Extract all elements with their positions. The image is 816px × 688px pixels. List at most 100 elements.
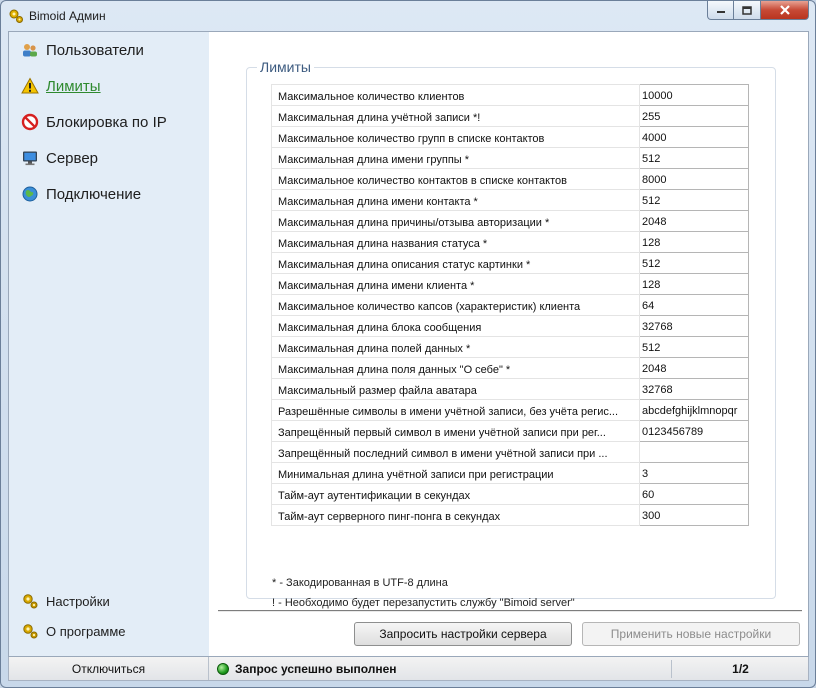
note-utf8: * - Закодированная в UTF-8 длина (272, 577, 448, 589)
limit-value-input[interactable] (640, 442, 748, 462)
limit-value-cell (639, 126, 749, 148)
limit-value-cell (639, 378, 749, 400)
limit-value-input[interactable] (640, 463, 748, 483)
minimize-button[interactable] (707, 1, 734, 20)
sidebar-item-connection[interactable]: Подключение (21, 183, 141, 205)
limit-row: Максимальная длина имени группы * (271, 147, 749, 169)
limit-row: Запрещённый первый символ в имени учётно… (271, 420, 749, 442)
limit-value-cell (639, 168, 749, 190)
app-gears-icon (9, 9, 23, 23)
status-bar: Отключиться Запрос успешно выполнен 1/2 (8, 657, 809, 681)
limit-label: Максимальное количество капсов (характер… (271, 294, 640, 316)
limit-label: Максимальная длина имени группы * (271, 147, 640, 169)
sidebar-item-server[interactable]: Сервер (21, 147, 98, 169)
limit-label: Максимальный размер файла аватара (271, 378, 640, 400)
limit-value-input[interactable] (640, 148, 748, 168)
window-title: Bimoid Админ (29, 9, 106, 23)
limit-value-input[interactable] (640, 85, 748, 105)
status-message: Запрос успешно выполнен (217, 657, 397, 680)
success-icon (217, 662, 229, 675)
limit-value-input[interactable] (640, 379, 748, 399)
limit-label: Максимальная длина блока сообщения (271, 315, 640, 337)
status-message-text: Запрос успешно выполнен (235, 661, 397, 676)
limit-value-input[interactable] (640, 295, 748, 315)
sidebar-item-label: Настройки (46, 593, 110, 609)
limit-label: Запрещённый последний символ в имени учё… (271, 441, 640, 463)
limit-value-input[interactable] (640, 421, 748, 441)
limit-value-input[interactable] (640, 106, 748, 126)
title-bar[interactable]: Bimoid Админ (1, 1, 815, 31)
limit-value-input[interactable] (640, 253, 748, 273)
apply-settings-button[interactable]: Применить новые настройки (582, 622, 800, 646)
sidebar-item-users[interactable]: Пользователи (21, 39, 144, 61)
close-icon (779, 5, 790, 15)
disconnect-button[interactable]: Отключиться (9, 657, 209, 680)
limit-label: Минимальная длина учётной записи при рег… (271, 462, 640, 484)
maximize-button[interactable] (734, 1, 761, 20)
limit-value-input[interactable] (640, 190, 748, 210)
globe-icon (21, 185, 39, 203)
limit-value-cell (639, 210, 749, 232)
limit-value-input[interactable] (640, 337, 748, 357)
limits-title: Лимиты (257, 59, 314, 75)
limit-value-cell (639, 441, 749, 463)
limits-groupbox: Лимиты Максимальное количество клиентовМ… (246, 59, 776, 609)
gears-icon (21, 592, 39, 610)
limit-row: Максимальная длина поля данных "О себе" … (271, 357, 749, 379)
limit-label: Максимальная длина имени клиента * (271, 273, 640, 295)
limit-value-cell (639, 504, 749, 526)
limit-row: Максимальная длина имени клиента * (271, 273, 749, 295)
limit-row: Разрешённые символы в имени учётной запи… (271, 399, 749, 421)
limit-label: Максимальная длина имени контакта * (271, 189, 640, 211)
sidebar-item-label: Блокировка по IP (46, 113, 167, 131)
limit-value-input[interactable] (640, 274, 748, 294)
limit-label: Максимальная длина описания статус карти… (271, 252, 640, 274)
limit-value-input[interactable] (640, 316, 748, 336)
limit-value-input[interactable] (640, 127, 748, 147)
limit-value-cell (639, 462, 749, 484)
limit-label: Максимальная длина названия статуса * (271, 231, 640, 253)
limit-row: Максимальная длина учётной записи *! (271, 105, 749, 127)
limit-value-cell (639, 399, 749, 421)
limit-row: Максимальная длина блока сообщения (271, 315, 749, 337)
limit-value-cell (639, 420, 749, 442)
limit-row: Максимальная длина описания статус карти… (271, 252, 749, 274)
sidebar-item-label: Пользователи (46, 41, 144, 59)
limit-value-cell (639, 357, 749, 379)
warning-icon (21, 77, 39, 95)
limit-value-input[interactable] (640, 400, 748, 420)
content-panel: Лимиты Максимальное количество клиентовМ… (209, 32, 808, 656)
limit-row: Максимальная длина полей данных * (271, 336, 749, 358)
limit-label: Тайм-аут серверного пинг-понга в секунда… (271, 504, 640, 526)
status-page: 1/2 (732, 661, 749, 676)
sidebar: Пользователи Лимиты Блокировка по IP Сер… (9, 32, 209, 656)
users-icon (21, 41, 39, 59)
request-settings-button[interactable]: Запросить настройки сервера (354, 622, 572, 646)
sidebar-item-about[interactable]: О программе (21, 620, 126, 642)
limit-label: Максимальное количество клиентов (271, 84, 640, 106)
limit-row: Максимальная длина причины/отзыва автори… (271, 210, 749, 232)
sidebar-item-label: Лимиты (46, 77, 101, 95)
limit-row: Максимальный размер файла аватара (271, 378, 749, 400)
limit-value-cell (639, 294, 749, 316)
limit-value-input[interactable] (640, 169, 748, 189)
limit-value-input[interactable] (640, 358, 748, 378)
limit-label: Максимальное количество контактов в спис… (271, 168, 640, 190)
monitor-icon (21, 149, 39, 167)
limit-value-cell (639, 252, 749, 274)
limit-value-cell (639, 273, 749, 295)
gears-icon (21, 622, 39, 640)
limit-value-input[interactable] (640, 505, 748, 525)
close-button[interactable] (761, 1, 809, 20)
limit-value-input[interactable] (640, 211, 748, 231)
sidebar-item-label: Подключение (46, 185, 142, 203)
limit-row: Максимальная длина имени контакта * (271, 189, 749, 211)
sidebar-item-settings[interactable]: Настройки (21, 590, 110, 612)
limit-value-input[interactable] (640, 484, 748, 504)
sidebar-item-limits[interactable]: Лимиты (21, 75, 101, 97)
app-window: Bimoid Админ Пользователи Лимиты Блокиро… (0, 0, 816, 688)
limit-row: Максимальная длина названия статуса * (271, 231, 749, 253)
sidebar-item-ip-block[interactable]: Блокировка по IP (21, 111, 167, 133)
limit-value-cell (639, 315, 749, 337)
limit-value-input[interactable] (640, 232, 748, 252)
